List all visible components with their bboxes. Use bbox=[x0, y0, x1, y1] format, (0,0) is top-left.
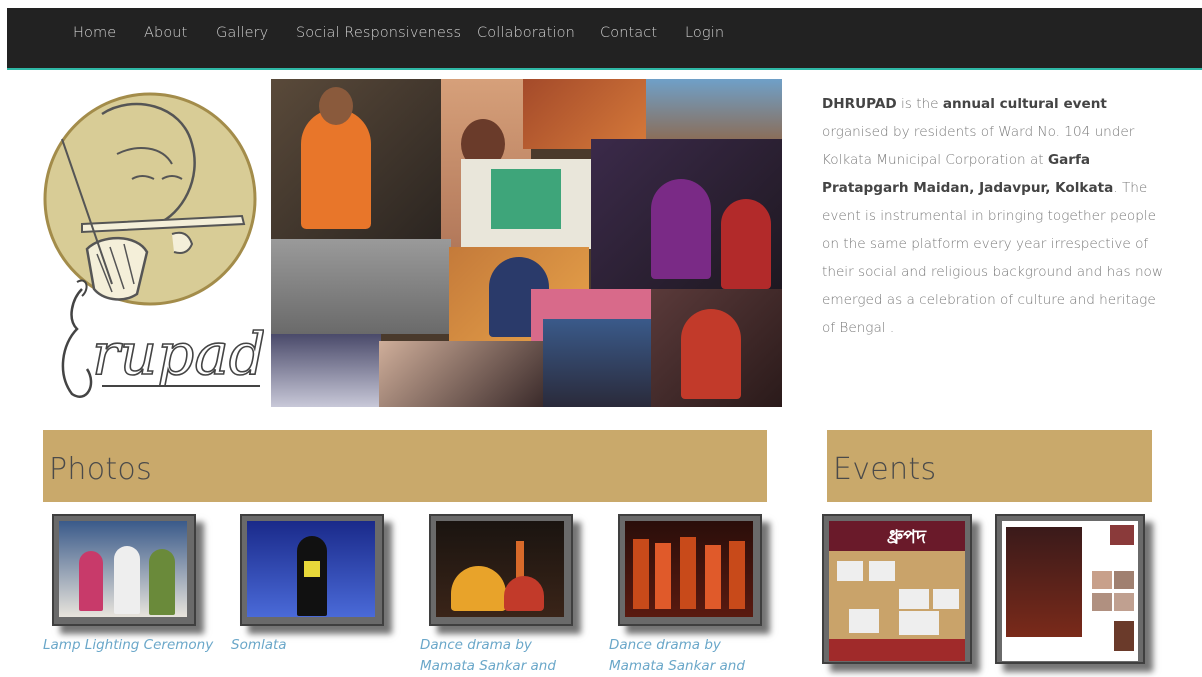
events-title: Events bbox=[833, 452, 937, 487]
collage-children-photo bbox=[543, 319, 653, 407]
event-poster-2[interactable] bbox=[995, 514, 1145, 664]
photos-title: Photos bbox=[49, 452, 153, 487]
nav-login[interactable]: Login bbox=[685, 25, 724, 41]
caption-somlata[interactable]: Somlata bbox=[231, 635, 406, 656]
photo-thumb-somlata[interactable] bbox=[240, 514, 384, 626]
collage-street-photo bbox=[271, 239, 451, 334]
logo-artwork-icon: rupad bbox=[43, 92, 267, 398]
photo-thumb-dance-drama-1[interactable] bbox=[429, 514, 573, 626]
photo-thumb-lamp-lighting[interactable] bbox=[52, 514, 196, 626]
nav-contact[interactable]: Contact bbox=[600, 25, 657, 41]
collage-harmonium-singer-photo bbox=[651, 289, 782, 407]
svg-text:rupad: rupad bbox=[92, 320, 264, 388]
event-poster-1[interactable]: ধ্রুপদ bbox=[822, 514, 972, 664]
intro-paragraph: DHRUPAD is the annual cultural event org… bbox=[822, 96, 1163, 336]
nav-gallery[interactable]: Gallery bbox=[216, 25, 268, 41]
nav-home[interactable]: Home bbox=[73, 25, 116, 41]
collage-music-stand-photo bbox=[461, 159, 591, 249]
dhrupad-logo[interactable]: rupad bbox=[42, 84, 267, 406]
photo-thumb-dance-drama-2[interactable] bbox=[618, 514, 762, 626]
nav-collaboration[interactable]: Collaboration bbox=[477, 25, 575, 41]
collage-singer-photo bbox=[271, 79, 451, 239]
nav-about[interactable]: About bbox=[144, 25, 187, 41]
top-navbar: Home About Gallery Social Responsiveness… bbox=[7, 8, 1202, 70]
nav-social-responsiveness[interactable]: Social Responsiveness bbox=[296, 25, 461, 41]
collage-sitar-performer-photo bbox=[591, 139, 782, 289]
collage-performer-photo bbox=[379, 341, 544, 407]
collage-audience-photo bbox=[271, 334, 381, 407]
caption-lamp-lighting[interactable]: Lamp Lighting Ceremony bbox=[43, 635, 218, 656]
photos-section-header: Photos bbox=[43, 430, 767, 502]
hero-photo-collage bbox=[271, 79, 782, 407]
brand-name: DHRUPAD bbox=[822, 96, 897, 112]
events-section-header: Events bbox=[827, 430, 1152, 502]
event-poster-title: ধ্রুপদ bbox=[887, 526, 927, 548]
collage-crowd-photo bbox=[646, 79, 782, 139]
